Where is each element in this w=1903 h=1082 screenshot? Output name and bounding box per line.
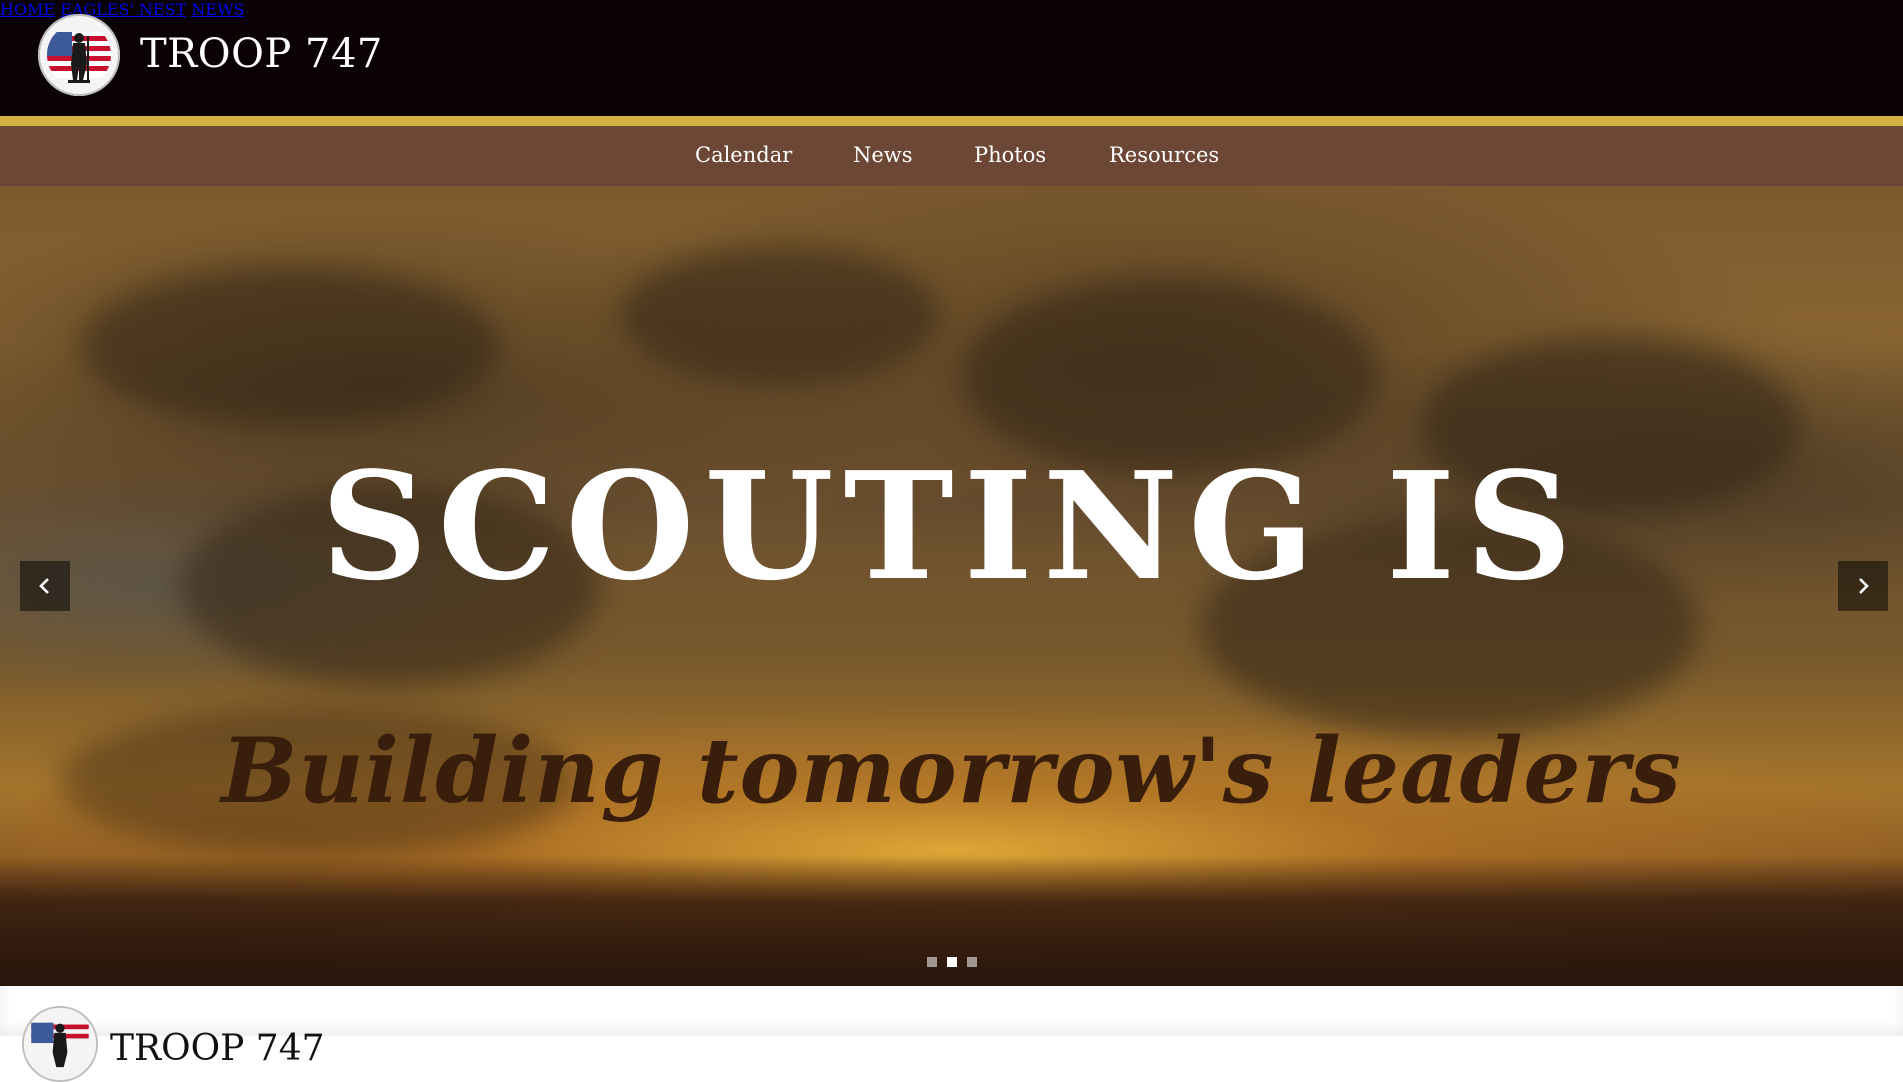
secondary-header: TROOP 747 xyxy=(0,986,1903,1082)
header-accent-line xyxy=(0,116,1903,126)
chevron-left-icon xyxy=(39,578,49,594)
carousel-indicators xyxy=(0,957,1903,967)
carousel-dot-2[interactable] xyxy=(946,957,957,967)
carousel-prev-button[interactable] xyxy=(20,561,70,611)
carousel-next-button[interactable] xyxy=(1838,561,1888,611)
subnav-resources[interactable]: Resources xyxy=(1109,143,1219,167)
top-nav: HOME EAGLES' NEST NEWS xyxy=(0,0,1903,19)
subnav-calendar[interactable]: Calendar xyxy=(695,143,792,167)
hero-subtitle: Building tomorrow's leaders xyxy=(221,718,1682,824)
chevron-right-icon xyxy=(1859,578,1869,594)
nav-home[interactable]: HOME xyxy=(0,0,55,19)
troop-seal-icon[interactable] xyxy=(38,14,120,96)
nav-news[interactable]: NEWS xyxy=(191,0,244,19)
troop-seal-icon[interactable] xyxy=(22,1006,98,1082)
secondary-brand[interactable]: TROOP 747 xyxy=(110,1028,325,1069)
subnav-news[interactable]: News xyxy=(853,143,913,167)
carousel-dot-3[interactable] xyxy=(966,957,977,967)
site-header: TROOP 747 HOME EAGLES' NEST NEWS xyxy=(0,0,1903,116)
hero-carousel: SCOUTING IS Building tomorrow's leaders xyxy=(0,186,1903,986)
sub-nav: Calendar News Photos Resources xyxy=(0,126,1903,186)
cloud-shape xyxy=(620,246,940,386)
cloud-shape xyxy=(80,266,500,426)
subnav-photos[interactable]: Photos xyxy=(974,143,1046,167)
hero-title: SCOUTING IS xyxy=(320,439,1583,613)
site-brand[interactable]: TROOP 747 xyxy=(140,30,383,78)
carousel-dot-1[interactable] xyxy=(926,957,937,967)
